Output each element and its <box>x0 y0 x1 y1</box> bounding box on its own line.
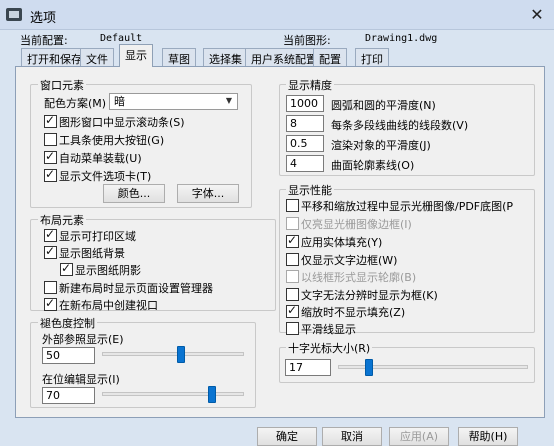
render-smoothness-label: 渲染对象的平滑度(J) <box>331 139 431 152</box>
file-tabs-label: 显示文件选项卡(T) <box>59 170 152 183</box>
create-viewport-label: 在新布局中创建视口 <box>59 299 158 312</box>
title-bar <box>0 0 554 30</box>
display-resolution-title: 显示精度 <box>286 77 334 93</box>
tab-profiles[interactable]: 配置 <box>313 48 347 66</box>
colors-button[interactable]: 颜色... <box>103 184 165 203</box>
xref-fade-label: 外部参照显示(E) <box>42 333 124 346</box>
polyline-segments-input[interactable]: 8 <box>286 115 324 132</box>
crosshair-slider-thumb[interactable] <box>364 359 373 376</box>
raster-frame-only-checkbox[interactable] <box>286 217 299 230</box>
auto-menu-load-label: 自动菜单装载(U) <box>59 152 142 165</box>
window-elements-title: 窗口元素 <box>38 77 86 93</box>
tab-selection[interactable]: 选择集 <box>203 48 248 66</box>
text-frame-checkbox[interactable] <box>286 253 299 266</box>
help-button[interactable]: 帮助(H) <box>458 427 518 446</box>
contour-lines-input[interactable]: 4 <box>286 155 324 172</box>
inplace-fade-label: 在位编辑显示(I) <box>42 373 120 386</box>
large-buttons-checkbox[interactable] <box>44 133 57 146</box>
crosshair-size-input[interactable]: 17 <box>285 359 331 376</box>
page-setup-manager-label: 新建布局时显示页面设置管理器 <box>59 282 213 295</box>
silhouette-wireframe-checkbox[interactable] <box>286 270 299 283</box>
render-smoothness-input[interactable]: 0.5 <box>286 135 324 152</box>
ok-button[interactable]: 确定 <box>257 427 317 446</box>
inplace-fade-slider-thumb[interactable] <box>208 386 217 403</box>
color-scheme-select[interactable]: 暗 <box>109 93 238 110</box>
arc-smoothness-label: 圆弧和圆的平滑度(N) <box>331 99 436 112</box>
file-tabs-checkbox[interactable] <box>44 167 57 182</box>
printable-area-checkbox[interactable] <box>44 227 57 242</box>
tab-display[interactable]: 显示 <box>119 44 153 67</box>
window-title: 选项 <box>30 11 57 26</box>
color-scheme-value: 暗 <box>114 95 125 108</box>
paper-background-label: 显示图纸背景 <box>59 247 125 260</box>
scrollbars-checkbox[interactable] <box>44 113 57 128</box>
color-scheme-label: 配色方案(M) <box>44 97 107 110</box>
silhouette-wireframe-label: 以线框形式显示轮廓(B) <box>301 271 417 284</box>
display-performance-title: 显示性能 <box>286 182 334 198</box>
fade-control-title: 褪色度控制 <box>38 315 97 331</box>
auto-menu-load-checkbox[interactable] <box>44 149 57 164</box>
contour-lines-label: 曲面轮廓素线(O) <box>331 159 415 172</box>
xref-fade-input[interactable]: 50 <box>42 347 95 364</box>
close-icon[interactable]: ✕ <box>526 5 548 25</box>
solid-fill-label: 应用实体填充(Y) <box>301 236 383 249</box>
scrollbars-label: 图形窗口中显示滚动条(S) <box>59 116 185 129</box>
polyline-segments-label: 每条多段线曲线的线段数(V) <box>331 119 469 132</box>
raster-frame-only-label: 仅亮显光栅图像边框(I) <box>301 218 412 231</box>
arc-smoothness-input[interactable]: 1000 <box>286 95 324 112</box>
apply-button[interactable]: 应用(A) <box>389 427 449 446</box>
pan-zoom-raster-checkbox[interactable] <box>286 199 299 212</box>
inplace-fade-slider-track[interactable] <box>102 392 244 396</box>
smooth-line-label: 平滑线显示 <box>301 323 356 336</box>
fonts-button[interactable]: 字体... <box>177 184 239 203</box>
cancel-button[interactable]: 取消 <box>322 427 382 446</box>
paper-shadow-checkbox[interactable] <box>60 261 73 276</box>
pan-zoom-raster-label: 平移和缩放过程中显示光栅图像/PDF底图(P <box>301 200 514 213</box>
large-buttons-label: 工具条使用大按钮(G) <box>59 134 165 147</box>
paper-background-checkbox[interactable] <box>44 244 57 259</box>
paper-shadow-label: 显示图纸阴影 <box>75 264 141 277</box>
no-fill-on-zoom-checkbox[interactable] <box>286 303 299 318</box>
inplace-fade-input[interactable]: 70 <box>42 387 95 404</box>
app-icon <box>6 8 22 21</box>
text-as-box-label: 文字无法分辨时显示为框(K) <box>301 289 438 302</box>
chevron-down-icon[interactable]: ▼ <box>222 94 236 108</box>
layout-elements-title: 布局元素 <box>38 212 86 228</box>
smooth-line-checkbox[interactable] <box>286 322 299 335</box>
text-frame-label: 仅显示文字边框(W) <box>301 254 398 267</box>
solid-fill-checkbox[interactable] <box>286 233 299 248</box>
current-profile-label: 当前配置: <box>20 34 68 47</box>
text-as-box-checkbox[interactable] <box>286 288 299 301</box>
tab-drafting[interactable]: 草图 <box>162 48 196 66</box>
printable-area-label: 显示可打印区域 <box>59 230 136 243</box>
tab-open-save[interactable]: 打开和保存 <box>21 48 88 66</box>
page-setup-manager-checkbox[interactable] <box>44 281 57 294</box>
crosshair-size-title: 十字光标大小(R) <box>286 340 373 356</box>
tab-plot[interactable]: 打印 <box>355 48 389 66</box>
xref-fade-slider-track[interactable] <box>102 352 244 356</box>
current-profile-value: Default <box>100 33 143 44</box>
no-fill-on-zoom-label: 缩放时不显示填充(Z) <box>301 306 406 319</box>
current-drawing-label: 当前图形: <box>283 34 331 47</box>
xref-fade-slider-thumb[interactable] <box>176 346 185 363</box>
current-drawing-value: Drawing1.dwg <box>365 33 438 44</box>
tab-files[interactable]: 文件 <box>80 48 114 66</box>
create-viewport-checkbox[interactable] <box>44 296 57 311</box>
tab-user-preferences[interactable]: 用户系统配置 <box>245 48 323 66</box>
